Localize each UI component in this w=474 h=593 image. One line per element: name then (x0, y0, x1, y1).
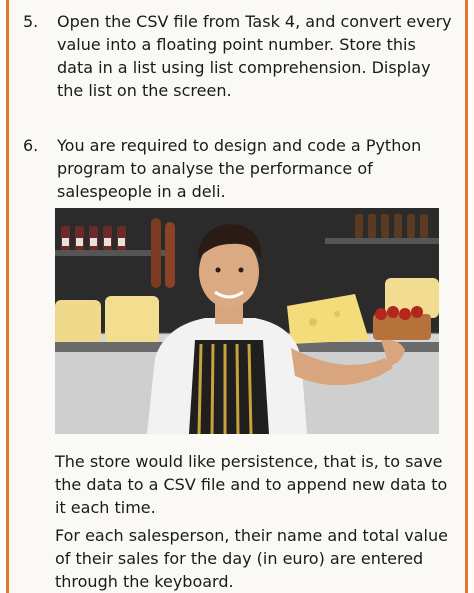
task-number: 6. (23, 136, 39, 155)
deli-photo (55, 208, 439, 434)
paragraph: The store would like persistence, that i… (55, 452, 448, 517)
task-number: 5. (23, 12, 39, 31)
paragraph: For each salesperson, their name and tot… (55, 526, 448, 591)
worksheet-page: 5. Open the CSV file from Task 4, and co… (6, 0, 468, 593)
task-text: You are required to design and code a Py… (57, 136, 422, 201)
task-text: Open the CSV file from Task 4, and conve… (57, 12, 452, 100)
